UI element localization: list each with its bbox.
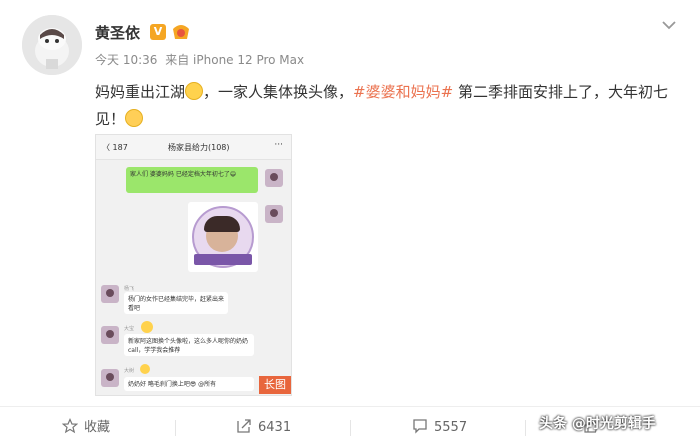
share-count: 6431 [258,420,292,435]
share-button[interactable]: 6431 [236,418,291,438]
chat-bubble: 奶奶好 略毛刹门换上吧😎 @所有 [124,377,254,391]
comment-button[interactable]: 5557 [412,418,467,438]
chat-avatar [101,369,119,387]
content-text: 妈妈重出江湖 [95,83,186,101]
divider [175,420,176,436]
shy-emoji-icon [125,109,144,127]
post-source: 来自 iPhone 12 Pro Max [165,53,305,67]
chat-avatar [101,326,119,344]
chat-photo [188,202,258,272]
chat-back: 〈 187 [102,143,128,152]
chat-avatar [265,205,283,223]
emoji-icon [140,364,150,374]
smile-emoji-icon [185,82,204,100]
sender-name: 大树 [124,368,135,374]
share-icon [237,419,251,433]
hashtag-link[interactable]: #婆婆和妈妈# [353,83,453,101]
divider [525,420,526,436]
post-meta: 今天 10:36 来自 iPhone 12 Pro Max [95,51,308,68]
content-text: ，一家人集体换头像， [203,83,354,101]
member-badge-icon [173,25,189,39]
sender-name: 杨飞 [124,286,135,292]
more-icon: ··· [274,140,283,150]
chevron-down-icon[interactable] [662,20,676,30]
avatar[interactable] [22,15,82,75]
divider [0,406,700,407]
long-image-label: 长图 [259,376,291,394]
author-name[interactable]: 黄圣依 [95,22,140,43]
divider [350,420,351,436]
emoji-icon [141,321,153,333]
weibo-post: 黄圣依 V 今天 10:36 来自 iPhone 12 Pro Max 妈妈重出… [0,0,700,444]
post-time[interactable]: 今天 10:36 [95,53,157,67]
chat-title: 杨家县给力(108) [168,143,230,152]
favorite-button[interactable]: 收藏 [61,418,111,438]
sender-name: 大宝 [124,326,135,332]
chat-bubble: 杨门的女作已经集结完毕，赶紧出来看吧 [124,292,228,314]
watermark: 头条 @时光剪辑手 [539,416,656,432]
chat-avatar [265,169,283,187]
chat-bubble: 新家阿这图换个头像啦，这么多人呢你的奶奶 call，学学我会推荐 [124,334,254,356]
favorite-label: 收藏 [84,420,111,435]
chat-header: 〈 187 杨家县给力(108) ··· [96,135,291,160]
star-icon [61,418,79,434]
post-content: 妈妈重出江湖 ，一家人集体换头像，#婆婆和妈妈# 第二季排面安排上了，大年初七见！ [95,79,680,133]
post-image[interactable]: 〈 187 杨家县给力(108) ··· 家人们 婆婆妈妈 已经定档大年初七了😄… [95,134,292,396]
chat-bubble: 家人们 婆婆妈妈 已经定档大年初七了😄 [126,167,258,193]
verified-icon: V [150,24,166,40]
comment-count: 5557 [434,420,468,435]
chat-avatar [101,285,119,303]
comment-icon [413,419,427,434]
